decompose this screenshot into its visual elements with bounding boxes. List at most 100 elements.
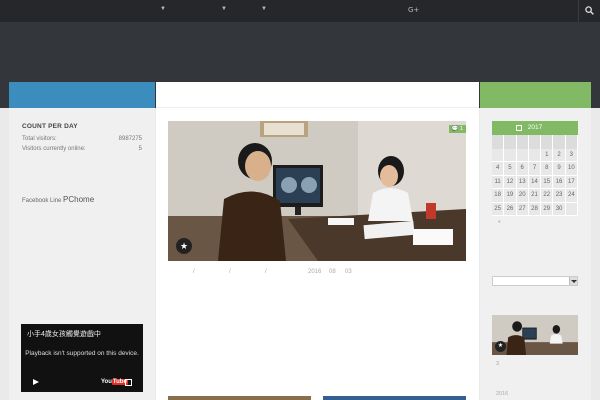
youtube-embed[interactable]: 小手4歲女孩觸覺遊戲中 Playback isn't supported on …: [21, 324, 143, 392]
post-thumbnail[interactable]: [323, 396, 466, 400]
calendar-grid: 1 2 3 4 5 6 7 8 9 10 11 12 13 14 15 16 17 18 19 20 21 22 23 24 2…: [492, 148, 578, 216]
calendar-day-cell[interactable]: 17: [565, 175, 578, 189]
playback-message: Playback isn't supported on this device.: [25, 350, 139, 357]
calendar-week-row: 4 5 6 7 8 9 10: [492, 162, 578, 176]
calendar-day-cell[interactable]: 15: [541, 175, 554, 189]
post-day: 03: [345, 269, 352, 275]
calendar-day-cell[interactable]: 9: [553, 162, 566, 176]
youtube-logo[interactable]: YouTube: [101, 379, 128, 385]
calendar-day-cell[interactable]: [516, 148, 529, 162]
search-button[interactable]: [578, 0, 600, 22]
weekday-cell: [504, 135, 517, 149]
calendar-day-cell[interactable]: 28: [528, 202, 542, 216]
calendar-day-cell[interactable]: 7: [528, 162, 542, 176]
star-icon: ★: [495, 341, 506, 352]
recent-post-year: 2016: [496, 391, 509, 397]
meta-separator: /: [265, 269, 267, 275]
nav-dropdown-caret[interactable]: ▼: [221, 6, 227, 12]
facebook-link[interactable]: Facebook: [22, 198, 48, 204]
calendar-day-cell[interactable]: [504, 148, 517, 162]
calendar-day-cell[interactable]: 10: [565, 162, 578, 176]
stat-value: 5: [138, 146, 142, 152]
calendar-widget: 2017 1 2 3 4 5 6 7 8 9 10 11 12 13 14 15 16 17 18 19 20 21 22…: [492, 121, 578, 228]
weekday-cell: [517, 135, 529, 149]
calendar-day-cell[interactable]: 4: [492, 162, 505, 176]
recent-post-meta-value: 3: [496, 361, 500, 367]
pchome-link[interactable]: PChome: [63, 195, 94, 204]
stat-value: 8987275: [118, 136, 142, 142]
right-sidebar: 2017 1 2 3 4 5 6 7 8 9 10 11 12 13 14 15 16 17 18 19 20 21 22…: [480, 108, 591, 400]
main-content: 💬 1 ★ / / / 2016 08 03: [156, 108, 479, 400]
weekday-cell: [529, 135, 542, 149]
calendar-year: 2017: [527, 124, 543, 131]
calendar-day-cell[interactable]: [492, 148, 505, 162]
calendar-day-cell[interactable]: 12: [504, 175, 517, 189]
calendar-week-row: 25 26 27 28 29 30: [492, 202, 578, 216]
calendar-day-cell[interactable]: 27: [516, 202, 529, 216]
comment-count-badge[interactable]: 💬 1: [448, 125, 466, 133]
search-icon: [585, 6, 594, 15]
calendar-day-cell[interactable]: 29: [541, 202, 554, 216]
play-icon[interactable]: [33, 379, 39, 385]
archive-dropdown[interactable]: [492, 276, 578, 286]
calendar-day-cell[interactable]: [565, 202, 578, 216]
post-year: 2016: [308, 269, 322, 275]
calendar-day-cell[interactable]: 14: [528, 175, 542, 189]
calendar-day-cell[interactable]: 11: [492, 175, 505, 189]
calendar-day-cell[interactable]: 5: [504, 162, 517, 176]
calendar-day-cell[interactable]: 22: [541, 189, 554, 203]
google-plus-link[interactable]: G+: [408, 6, 419, 14]
nav-dropdown-caret[interactable]: ▼: [160, 6, 166, 12]
calendar-day-cell[interactable]: 30: [553, 202, 566, 216]
comment-count: 1: [459, 126, 463, 132]
youtube-logo-text: You: [101, 379, 112, 385]
recent-post-meta: 3: [496, 361, 499, 367]
calendar-prev-link[interactable]: «: [492, 216, 578, 228]
stat-label: Visitors currently online:: [22, 146, 86, 152]
line-link[interactable]: Line: [50, 198, 61, 204]
calendar-day-cell[interactable]: [528, 148, 542, 162]
calendar-day-cell[interactable]: 25: [492, 202, 505, 216]
calendar-day-cell[interactable]: 8: [541, 162, 554, 176]
stat-label: Total visitors:: [22, 136, 57, 142]
top-nav: ▼ ▼ ▼ G+: [0, 0, 600, 22]
calendar-week-row: 123: [492, 148, 578, 162]
site-header: [0, 22, 600, 82]
calendar-day-cell[interactable]: 3: [565, 148, 578, 162]
calendar-day-cell[interactable]: 24: [565, 189, 578, 203]
calendar-day-cell[interactable]: 6: [516, 162, 529, 176]
calendar-day-cell[interactable]: 13: [516, 175, 529, 189]
calendar-icon: [516, 125, 522, 131]
calendar-day-cell[interactable]: 18: [492, 189, 505, 203]
calendar-day-cell[interactable]: 20: [516, 189, 529, 203]
right-column-header: [480, 82, 591, 108]
calendar-weekday-row: [492, 135, 578, 149]
calendar-day-cell[interactable]: 21: [528, 189, 542, 203]
calendar-week-row: 11 12 13 14 15 16 17: [492, 175, 578, 189]
calendar-week-row: 18 19 20 21 22 23 24: [492, 189, 578, 203]
post-thumbnail[interactable]: [168, 396, 311, 400]
weekday-cell: [566, 135, 578, 149]
left-column-header: [9, 82, 155, 108]
recent-post-date: 2016: [496, 391, 508, 397]
calendar-day-cell[interactable]: 19: [504, 189, 517, 203]
nav-dropdown-caret[interactable]: ▼: [261, 6, 267, 12]
social-links: Facebook Line PChome: [22, 195, 94, 204]
calendar-day-cell[interactable]: 23: [553, 189, 566, 203]
calendar-day-cell[interactable]: 16: [553, 175, 566, 189]
featured-image[interactable]: 💬 1 ★: [168, 121, 466, 261]
calendar-day-cell[interactable]: 26: [504, 202, 517, 216]
video-title[interactable]: 小手4歲女孩觸覺遊戲中: [27, 329, 101, 339]
recent-post-thumbnail[interactable]: ★: [492, 315, 578, 355]
calendar-header: 2017: [492, 121, 578, 135]
meta-separator: /: [193, 269, 195, 275]
weekday-cell: [492, 135, 505, 149]
count-per-day-title: COUNT PER DAY: [22, 123, 78, 130]
fullscreen-icon[interactable]: [125, 379, 132, 386]
chevron-down-icon: [569, 277, 577, 285]
weekday-cell: [541, 135, 554, 149]
calendar-day-cell[interactable]: 2: [553, 148, 566, 162]
calendar-day-cell[interactable]: 1: [541, 148, 554, 162]
weekday-cell: [553, 135, 566, 149]
meta-separator: /: [229, 269, 231, 275]
